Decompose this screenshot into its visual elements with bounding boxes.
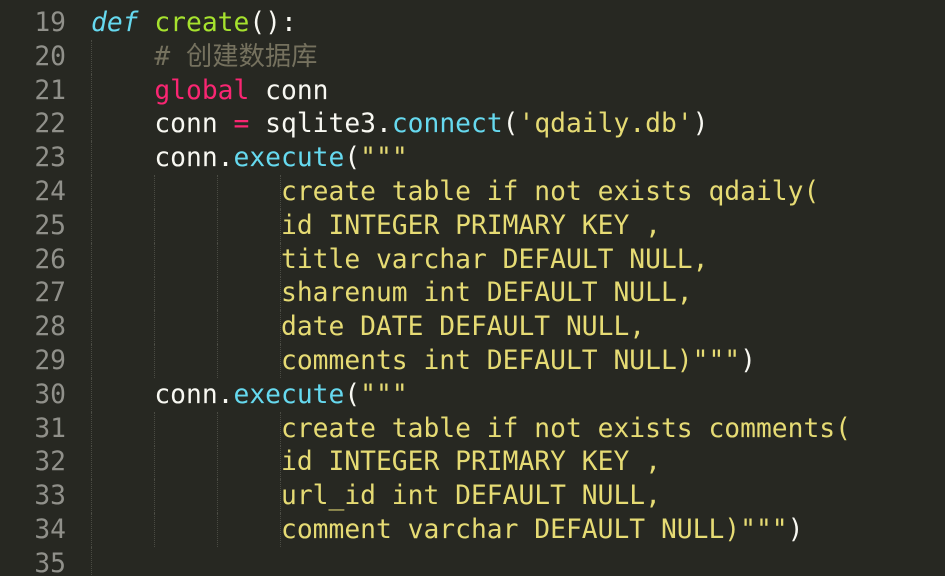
code-text: title varchar DEFAULT NULL, [91, 243, 708, 277]
line-number: 35 [34, 548, 66, 576]
code-line[interactable]: 27 sharenum int DEFAULT NULL, [0, 276, 945, 311]
code-line[interactable]: 26 title varchar DEFAULT NULL, [0, 242, 945, 277]
code-token: create table if not exists comments( [91, 413, 851, 444]
code-token: """ [360, 379, 408, 410]
code-token: create table if not exists qdaily( [91, 177, 820, 207]
code-token: url_id int DEFAULT NULL, [91, 481, 661, 512]
code-token: = [233, 109, 250, 140]
code-token: connect [391, 109, 503, 140]
line-number: 27 [34, 278, 66, 309]
code-line[interactable]: 33 url_id int DEFAULT NULL, [0, 479, 945, 514]
line-number: 28 [34, 312, 66, 343]
line-number: 32 [34, 447, 66, 478]
code-token: conn [91, 109, 234, 140]
code-token: sqlite3. [249, 109, 392, 140]
code-line[interactable]: 21 global conn [0, 73, 945, 108]
code-token: conn. [91, 379, 234, 410]
code-token: ) [787, 515, 804, 545]
code-text: # 创建数据库 [91, 40, 317, 74]
line-number: 33 [34, 481, 66, 512]
code-token: ( [344, 379, 361, 410]
code-text: def create(): [91, 6, 297, 40]
line-number: 19 [34, 8, 66, 38]
line-number: 30 [34, 379, 66, 410]
code-line[interactable]: 32 id INTEGER PRIMARY KEY , [0, 445, 945, 480]
code-text: id INTEGER PRIMARY KEY , [91, 445, 661, 479]
code-line[interactable]: 20 # 创建数据库 [0, 39, 945, 74]
line-number: 24 [34, 177, 66, 207]
code-line[interactable]: 24 create table if not exists qdaily( [0, 175, 945, 209]
code-token: conn [249, 75, 329, 106]
code-text: conn.execute(""" [91, 378, 408, 412]
code-text: conn.execute(""" [91, 141, 408, 175]
code-text: create table if not exists qdaily( [91, 175, 819, 209]
code-token: def [91, 8, 139, 38]
code-editor[interactable]: 19 def create(): 20 # 创建数据库 21 global conn 2… [0, 0, 945, 576]
code-line[interactable]: 25 id INTEGER PRIMARY KEY , [0, 208, 945, 243]
code-line[interactable]: 23 conn.execute(""" [0, 141, 945, 176]
code-token: # 创建数据库 [91, 41, 318, 72]
code-text: url_id int DEFAULT NULL, [91, 479, 661, 513]
code-line[interactable]: 22 conn = sqlite3.connect('qdaily.db') [0, 107, 945, 142]
code-line[interactable]: 19 def create(): [0, 6, 945, 40]
line-number: 20 [34, 41, 66, 72]
code-text: comment varchar DEFAULT NULL)""") [91, 513, 803, 547]
code-token: conn. [91, 143, 234, 174]
code-text: global conn [91, 74, 329, 108]
line-number: 31 [34, 413, 66, 444]
code-token: 'qdaily.db' [518, 109, 693, 140]
code-token: comment varchar DEFAULT NULL)""" [91, 515, 788, 545]
line-number: 29 [34, 346, 66, 376]
code-text: create table if not exists comments( [91, 412, 851, 446]
code-token: create [154, 8, 250, 38]
code-line[interactable]: 28 date DATE DEFAULT NULL, [0, 310, 945, 345]
indent-guide [91, 546, 92, 576]
code-token: execute [233, 143, 345, 174]
code-token: (): [249, 8, 297, 38]
code-line[interactable]: 30 conn.execute(""" [0, 377, 945, 412]
code-token: execute [233, 379, 345, 410]
code-text: comments int DEFAULT NULL)""") [91, 344, 756, 378]
line-number: 25 [34, 210, 66, 241]
line-number: 26 [34, 244, 66, 275]
code-text: id INTEGER PRIMARY KEY , [91, 209, 661, 243]
code-token: ( [344, 143, 361, 174]
code-token: id INTEGER PRIMARY KEY , [91, 210, 661, 241]
code-token: ) [740, 346, 756, 376]
code-text: date DATE DEFAULT NULL, [91, 310, 645, 344]
code-text: sharenum int DEFAULT NULL, [91, 276, 693, 310]
code-token: id INTEGER PRIMARY KEY , [91, 447, 661, 478]
line-number: 21 [34, 75, 66, 106]
code-line[interactable]: 31 create table if not exists comments( [0, 411, 945, 446]
line-number: 22 [34, 109, 66, 140]
code-text: conn = sqlite3.connect('qdaily.db') [91, 107, 709, 141]
code-token: sharenum int DEFAULT NULL, [91, 278, 693, 309]
code-token: date DATE DEFAULT NULL, [91, 312, 646, 343]
code-token: """ [360, 143, 408, 174]
code-line[interactable]: 34 comment varchar DEFAULT NULL)""") [0, 513, 945, 547]
code-line[interactable]: 35 [0, 546, 945, 576]
line-number: 34 [34, 515, 66, 545]
code-token: ) [692, 109, 709, 140]
code-token: ( [502, 109, 519, 140]
code-token: title varchar DEFAULT NULL, [91, 244, 709, 275]
code-token: comments int DEFAULT NULL)""" [91, 346, 741, 376]
code-token: global [154, 75, 250, 106]
line-number: 23 [34, 143, 66, 174]
code-line[interactable]: 29 comments int DEFAULT NULL)""") [0, 344, 945, 378]
